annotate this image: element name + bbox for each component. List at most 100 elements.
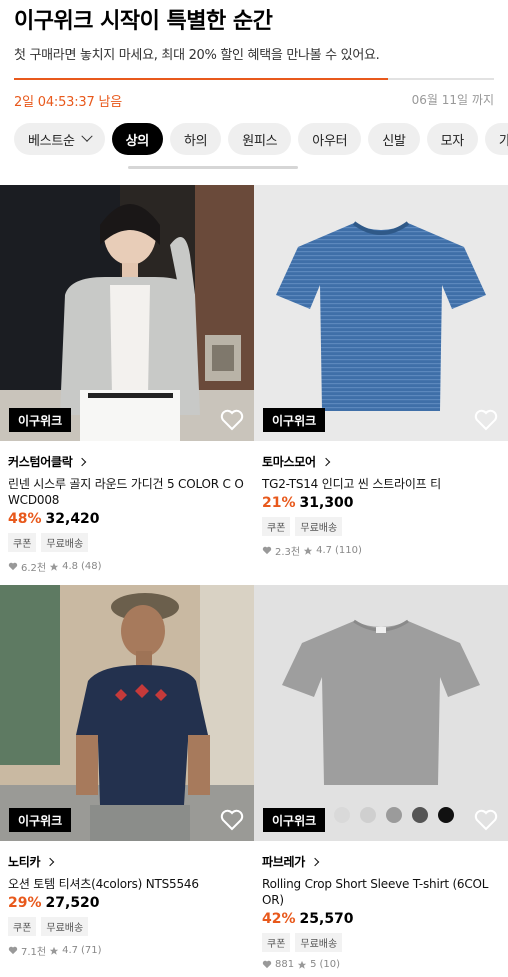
price-row: 21% 31,300	[262, 495, 500, 511]
chip-scroll-indicator	[128, 166, 298, 169]
brand-link[interactable]: 토마스모어	[262, 453, 500, 470]
review-count: (110)	[335, 545, 362, 556]
promo-badge: 이구위크	[9, 808, 72, 832]
color-swatch[interactable]	[334, 807, 350, 823]
tag-list: 쿠폰 무료배송	[262, 517, 500, 536]
tag-list: 쿠폰 무료배송	[8, 533, 246, 552]
review-count: (48)	[81, 561, 102, 572]
price: 27,520	[45, 895, 100, 911]
brand-name: 커스텀어클락	[8, 455, 73, 469]
heart-icon[interactable]	[474, 409, 498, 431]
category-filter-bar: 베스트순 상의 하의 원피스 아우터 신발 모자 가방	[14, 123, 508, 155]
product-name[interactable]: 오션 토템 티셔츠(4colors) NTS5546	[8, 876, 246, 892]
product-card[interactable]: 이구위크 커스텀어클락 린넨 시스루 골지 라운드 가디건 5 COLOR C …	[0, 185, 254, 574]
countdown-progress-bar	[14, 78, 494, 80]
sort-label: 베스트순	[28, 133, 75, 149]
star-icon	[49, 562, 59, 571]
discount-rate: 29%	[8, 895, 42, 911]
brand-link[interactable]: 커스텀어클락	[8, 453, 246, 470]
coupon-tag: 쿠폰	[8, 533, 37, 552]
color-swatch[interactable]	[438, 807, 454, 823]
product-photo-cardigan	[0, 185, 254, 441]
category-chip-hats[interactable]: 모자	[426, 123, 478, 155]
brand-link[interactable]: 노티카	[8, 853, 246, 870]
like-count: 6.2천	[21, 563, 47, 574]
product-card[interactable]: 이구위크 토마스모어 TG2-TS14 인디고 씬 스트라이프 티 21% 31,…	[254, 185, 508, 558]
heart-icon[interactable]	[474, 809, 498, 831]
tag-list: 쿠폰 무료배송	[262, 933, 500, 952]
free-shipping-tag: 무료배송	[295, 933, 343, 952]
category-chip-bottoms[interactable]: 하의	[169, 123, 222, 155]
free-shipping-tag: 무료배송	[41, 533, 89, 552]
coupon-tag: 쿠폰	[8, 917, 37, 936]
category-chip-dresses[interactable]: 원피스	[228, 123, 292, 155]
product-card[interactable]: 이구위크 노티카 오션 토템 티셔츠(4colors) NTS5546 29% 2…	[0, 585, 254, 958]
tag-list: 쿠폰 무료배송	[8, 917, 246, 936]
chevron-right-icon	[78, 457, 87, 466]
color-swatch[interactable]	[386, 807, 402, 823]
countdown-timer: 2일 04:53:37 남음	[14, 95, 123, 110]
color-swatches	[334, 807, 454, 823]
chevron-right-icon	[321, 457, 330, 466]
promo-subtitle: 첫 구매라면 놓치지 마세요, 최대 20% 할인 혜택을 만나볼 수 있어요.	[14, 48, 380, 63]
color-swatch[interactable]	[360, 807, 376, 823]
product-photo-navy-tee	[0, 585, 254, 841]
product-name[interactable]: 린넨 시스루 골지 라운드 가디건 5 COLOR C OWCD008	[8, 476, 246, 508]
discount-rate: 42%	[262, 911, 296, 927]
product-stats: 6.2천 4.8 (48)	[8, 559, 246, 574]
promo-header: 이구위크 시작이 특별한 순간 첫 구매라면 놓치지 마세요, 최대 20% 할…	[14, 6, 494, 63]
chevron-right-icon	[45, 857, 55, 866]
rating: 4.7	[62, 945, 79, 956]
like-count: 7.1천	[21, 947, 47, 958]
heart-filled-icon	[262, 546, 272, 555]
category-chip-outerwear[interactable]: 아우터	[298, 123, 362, 155]
category-chip-tops[interactable]: 상의	[111, 123, 163, 155]
product-image[interactable]: 이구위크	[0, 185, 254, 441]
product-image[interactable]: 이구위크	[254, 585, 508, 841]
chevron-right-icon	[310, 857, 320, 866]
price: 32,420	[45, 511, 100, 527]
product-stats: 2.3천 4.7 (110)	[262, 543, 500, 558]
chevron-down-icon	[80, 130, 93, 142]
promo-badge: 이구위크	[263, 408, 326, 432]
brand-link[interactable]: 파브레가	[262, 853, 500, 870]
promo-badge: 이구위크	[9, 408, 72, 432]
promo-deadline: 06월 11일 까지	[411, 93, 494, 107]
price-row: 48% 32,420	[8, 511, 246, 527]
rating: 4.8	[62, 561, 79, 572]
like-count: 2.3천	[275, 547, 301, 558]
star-icon	[303, 546, 313, 555]
product-photo-grey-tee	[254, 585, 508, 841]
heart-filled-icon	[8, 946, 18, 955]
price: 25,570	[299, 911, 354, 927]
product-name[interactable]: Rolling Crop Short Sleeve T-shirt (6COL …	[262, 876, 500, 908]
rating: 4.7	[316, 545, 333, 556]
product-photo-striped-tee	[254, 185, 508, 441]
coupon-tag: 쿠폰	[262, 933, 291, 952]
star-icon	[297, 960, 307, 969]
category-chip-shoes[interactable]: 신발	[368, 123, 420, 155]
heart-filled-icon	[262, 960, 272, 969]
product-name[interactable]: TG2-TS14 인디고 씬 스트라이프 티	[262, 476, 500, 492]
sort-dropdown[interactable]: 베스트순	[14, 123, 105, 155]
review-count: (10)	[319, 959, 340, 970]
brand-name: 파브레가	[262, 855, 305, 869]
heart-icon[interactable]	[220, 409, 244, 431]
discount-rate: 48%	[8, 511, 42, 527]
rating: 5	[310, 959, 317, 970]
product-card[interactable]: 이구위크 파브레가 Rolling Crop Short Sleeve T-sh…	[254, 585, 508, 970]
countdown-progress-fill	[14, 78, 389, 80]
coupon-tag: 쿠폰	[262, 517, 291, 536]
brand-name: 노티카	[8, 855, 41, 869]
color-swatch[interactable]	[412, 807, 428, 823]
product-stats: 7.1천 4.7 (71)	[8, 943, 246, 958]
price: 31,300	[299, 495, 354, 511]
category-chip-bags[interactable]: 가방	[484, 123, 508, 155]
product-image[interactable]: 이구위크	[0, 585, 254, 841]
free-shipping-tag: 무료배송	[41, 917, 89, 936]
product-image[interactable]: 이구위크	[254, 185, 508, 441]
heart-icon[interactable]	[220, 809, 244, 831]
star-icon	[49, 946, 59, 955]
page-title: 이구위크 시작이 특별한 순간	[14, 9, 273, 34]
like-count: 881	[275, 959, 295, 970]
